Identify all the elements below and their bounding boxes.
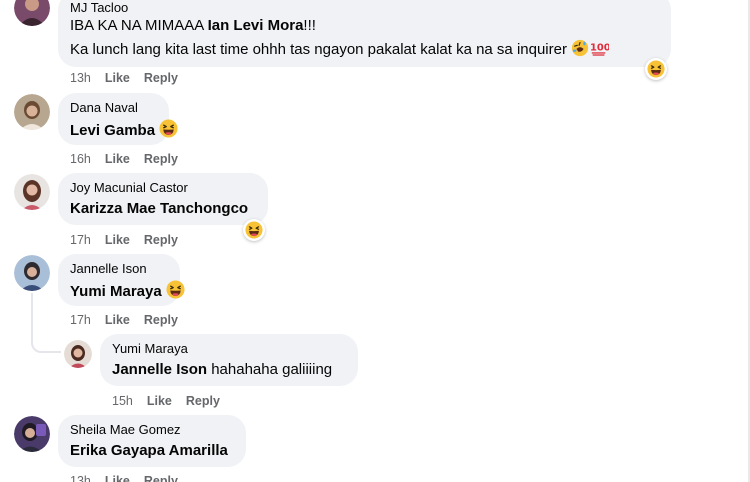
like-button[interactable]: Like <box>147 393 172 409</box>
comment-text: IBA KA NA MIMAAA Ian Levi Mora!!! <box>70 16 659 36</box>
comment-text-suffix: !!! <box>303 17 316 34</box>
comment-author[interactable]: Jannelle Ison <box>70 261 168 277</box>
comment-actions: 13h Like Reply <box>70 70 192 86</box>
rofl-emoji-icon <box>571 39 589 57</box>
comment-author[interactable]: Sheila Mae Gomez <box>70 422 234 438</box>
like-button[interactable]: Like <box>105 232 130 248</box>
comment-actions: 13h Like Reply <box>70 473 192 482</box>
timestamp[interactable]: 15h <box>112 393 133 409</box>
like-button[interactable]: Like <box>105 473 130 482</box>
comment-author[interactable]: Joy Macunial Castor <box>70 180 256 196</box>
like-button[interactable]: Like <box>105 151 130 167</box>
mention-link[interactable]: Ian Levi Mora <box>208 17 304 34</box>
reply-thread-line <box>31 293 61 353</box>
comment-text: Yumi Maraya <box>70 280 168 302</box>
comment-bubble: Dana Naval Levi Gamba <box>58 93 169 145</box>
comment-text: Erika Gayapa Amarilla <box>70 441 234 461</box>
avatar[interactable] <box>14 94 50 130</box>
mention-link[interactable]: Karizza Mae Tanchongco <box>70 200 248 217</box>
comment-bubble: Yumi Maraya Jannelle Ison hahahaha galii… <box>100 334 358 386</box>
comment-bubble: MJ Tacloo IBA KA NA MIMAAA Ian Levi Mora… <box>58 0 671 67</box>
avatar[interactable] <box>14 174 50 210</box>
haha-icon <box>647 60 665 78</box>
haha-emoji-icon <box>166 280 185 299</box>
reply-button[interactable]: Reply <box>144 151 178 167</box>
comment-text-prefix: IBA KA NA MIMAAA <box>70 17 208 34</box>
reply-button[interactable]: Reply <box>144 473 178 482</box>
like-button[interactable]: Like <box>105 312 130 328</box>
timestamp[interactable]: 16h <box>70 151 91 167</box>
comment-text-suffix: hahahaha galiiiing <box>207 361 333 378</box>
comment-author[interactable]: MJ Tacloo <box>70 0 659 14</box>
reaction-badge[interactable] <box>645 58 667 80</box>
mention-link[interactable]: Levi Gamba <box>70 122 155 139</box>
comment-actions: 17h Like Reply <box>70 312 192 328</box>
timestamp[interactable]: 13h <box>70 70 91 86</box>
timestamp[interactable]: 13h <box>70 473 91 482</box>
comment-actions: 17h Like Reply <box>70 232 192 248</box>
comment-line2-text: Ka lunch lang kita last time ohhh tas ng… <box>70 41 567 58</box>
comment-actions: 15h Like Reply <box>112 393 234 409</box>
reply-button[interactable]: Reply <box>144 70 178 86</box>
reply-button[interactable]: Reply <box>144 232 178 248</box>
mention-link[interactable]: Jannelle Ison <box>112 361 207 378</box>
mention-link[interactable]: Yumi Maraya <box>70 283 162 300</box>
avatar[interactable] <box>14 416 50 452</box>
timestamp[interactable]: 17h <box>70 312 91 328</box>
timestamp[interactable]: 17h <box>70 232 91 248</box>
comment-bubble: Sheila Mae Gomez Erika Gayapa Amarilla <box>58 415 246 467</box>
avatar[interactable] <box>14 0 50 26</box>
mention-link[interactable]: Erika Gayapa Amarilla <box>70 442 228 459</box>
comment-bubble: Jannelle Ison Yumi Maraya <box>58 254 180 306</box>
reaction-badge[interactable] <box>243 219 265 241</box>
comment-bubble: Joy Macunial Castor Karizza Mae Tanchong… <box>58 173 268 225</box>
hundred-points-emoji-icon <box>589 39 609 57</box>
reply-button[interactable]: Reply <box>144 312 178 328</box>
haha-emoji-icon <box>159 119 178 138</box>
comment-text: Levi Gamba <box>70 119 157 141</box>
like-button[interactable]: Like <box>105 70 130 86</box>
comment-author[interactable]: Yumi Maraya <box>112 341 346 357</box>
avatar[interactable] <box>64 340 92 368</box>
avatar[interactable] <box>14 255 50 291</box>
comment-actions: 16h Like Reply <box>70 151 192 167</box>
comment-text-line2: Ka lunch lang kita last time ohhh tas ng… <box>70 39 659 60</box>
haha-icon <box>245 221 263 239</box>
comment-author[interactable]: Dana Naval <box>70 100 157 116</box>
reply-button[interactable]: Reply <box>186 393 220 409</box>
comment-text: Karizza Mae Tanchongco <box>70 199 256 219</box>
comment-text: Jannelle Ison hahahaha galiiiing <box>112 360 346 380</box>
